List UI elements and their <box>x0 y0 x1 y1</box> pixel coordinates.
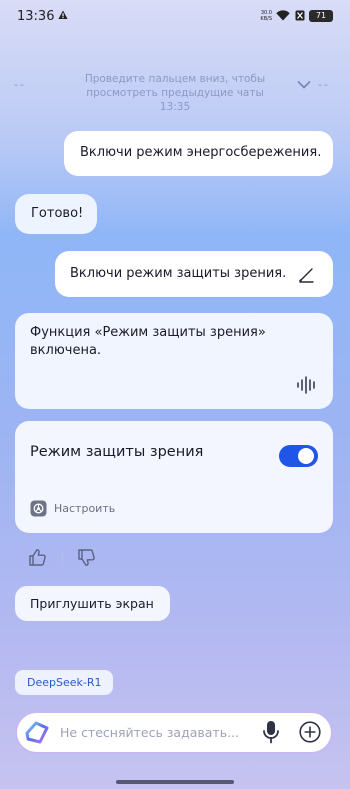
sim-off-icon <box>295 10 305 21</box>
battery-icon: 71 <box>309 10 333 22</box>
settings-link[interactable]: Настроить <box>54 502 115 515</box>
toggle-knob <box>298 448 314 464</box>
eye-protection-card <box>15 421 333 533</box>
user-message-1[interactable]: Включи режим энергосбережения. <box>64 131 333 176</box>
suggestion-chip-dim-screen[interactable]: Приглушить экран <box>15 586 170 621</box>
alert-icon <box>58 10 68 19</box>
assistant-logo-icon[interactable] <box>23 720 51 745</box>
feedback-divider <box>62 550 63 565</box>
settings-icon[interactable] <box>30 500 47 517</box>
edit-icon[interactable] <box>297 267 315 283</box>
home-indicator[interactable] <box>116 780 234 784</box>
status-time: 13:36 <box>17 9 55 24</box>
assistant-message-1[interactable]: Готово! <box>15 194 97 234</box>
wifi-icon <box>276 10 290 21</box>
hint-dash-left: -- <box>14 78 26 91</box>
user-message-2[interactable]: Включи режим защиты зрения. <box>55 251 333 297</box>
microphone-icon[interactable] <box>262 720 280 744</box>
add-icon[interactable] <box>299 721 321 743</box>
assistant-message-2[interactable]: Функция «Режим защиты зрения» включена. <box>15 313 333 409</box>
history-hint-time: 13:35 <box>159 101 191 113</box>
chevron-down-icon[interactable] <box>297 80 311 90</box>
net-speed-unit: KB/S <box>260 16 272 22</box>
network-speed: 30.0 KB/S <box>256 10 272 22</box>
voice-playback-icon[interactable] <box>296 376 318 394</box>
thumbs-up-icon[interactable] <box>28 548 47 567</box>
thumbs-down-icon[interactable] <box>77 548 96 567</box>
hint-dash-right: -- <box>318 78 330 91</box>
history-hint-text: Проведите пальцем вниз, чтобы просмотрет… <box>84 73 266 99</box>
eye-protection-title: Режим защиты зрения <box>30 444 204 460</box>
model-selector-chip[interactable]: DeepSeek-R1 <box>15 670 113 695</box>
chat-input[interactable] <box>60 716 250 749</box>
